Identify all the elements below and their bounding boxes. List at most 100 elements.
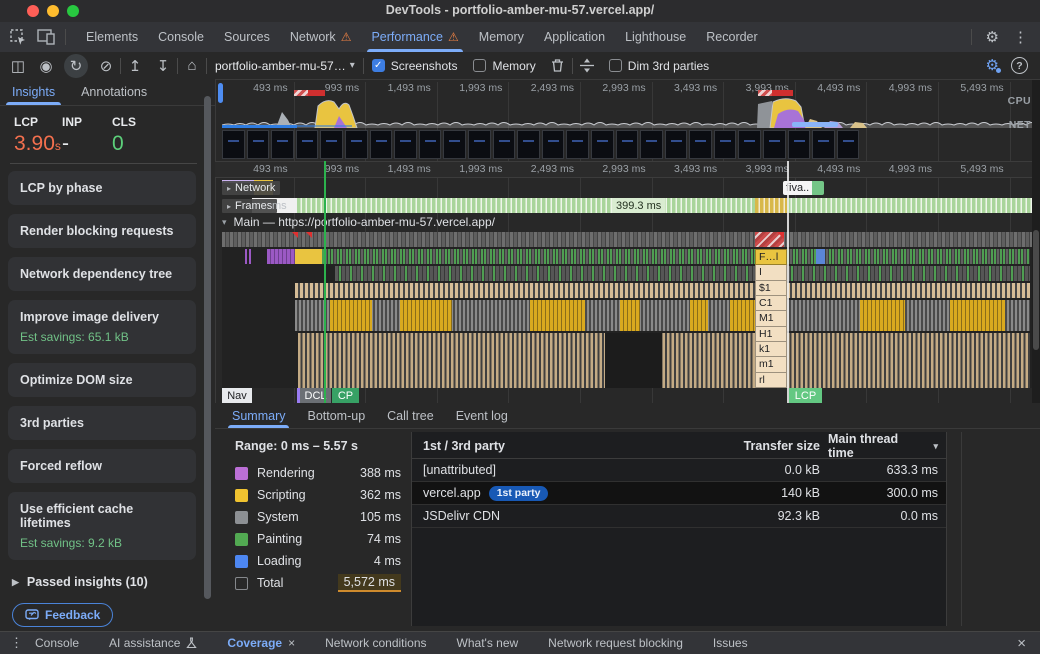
insight-card-3rd-parties[interactable]: 3rd parties (8, 406, 196, 440)
clear-icon[interactable]: ⊘ (92, 54, 120, 78)
tab-network[interactable]: Network⚠ (280, 22, 362, 52)
inspect-icon[interactable] (10, 29, 27, 46)
column-header-party[interactable]: 1st / 3rd party (412, 439, 698, 453)
marker-lcp[interactable]: LCP (789, 388, 822, 403)
screenshot-thumbnail[interactable] (370, 130, 393, 159)
screenshot-thumbnail[interactable] (394, 130, 417, 159)
screenshot-thumbnail[interactable] (788, 130, 811, 159)
main-track-toggle[interactable]: ▾ Main — https://portfolio-amber-mu-57.v… (222, 215, 495, 229)
home-icon[interactable]: ⌂ (178, 54, 206, 78)
toggle-sidebar-icon[interactable]: ◫ (4, 54, 32, 78)
insight-card-optimize-dom-size[interactable]: Optimize DOM size (8, 363, 196, 397)
dim-3rd-parties-checkbox[interactable]: Dim 3rd parties (601, 59, 717, 73)
timeline-scrollbar[interactable] (1032, 80, 1040, 403)
partially-presented-frame[interactable] (755, 198, 787, 213)
long-task-block[interactable] (755, 232, 784, 247)
screenshot-thumbnail[interactable] (443, 130, 466, 159)
memory-checkbox[interactable]: Memory (465, 59, 543, 73)
upload-profile-icon[interactable]: ↥ (121, 54, 149, 78)
stack-frame-c1[interactable]: C1 (755, 296, 787, 311)
marker-nav[interactable]: Nav (222, 388, 252, 403)
network-track-toggle[interactable]: ▸ Network (222, 181, 280, 195)
tab-annotations[interactable]: Annotations (81, 79, 147, 105)
scripting-block[interactable] (950, 300, 1005, 331)
scripting-block[interactable] (860, 300, 905, 331)
screenshot-thumbnail[interactable] (345, 130, 368, 159)
drawer-tab-network-conditions[interactable]: Network conditions (325, 636, 426, 650)
screenshot-thumbnail[interactable] (812, 130, 835, 159)
more-options-icon[interactable]: ⋮ (1013, 30, 1028, 45)
drawer-more-icon[interactable]: ⋮ (0, 635, 35, 651)
insight-card-render-blocking-requests[interactable]: Render blocking requests (8, 214, 196, 248)
settings-gear-icon[interactable]: ⚙ (986, 30, 999, 45)
passed-insights-toggle[interactable]: ▶ Passed insights (10) (12, 575, 148, 589)
stack-frame-h1[interactable]: H1 (755, 327, 787, 342)
tab-performance[interactable]: Performance⚠ (361, 22, 468, 52)
screenshot-thumbnail[interactable] (493, 130, 516, 159)
drawer-close-icon[interactable]: × (1017, 635, 1040, 652)
scripting-block[interactable] (400, 300, 452, 331)
screenshot-thumbnail[interactable] (320, 130, 343, 159)
tab-console[interactable]: Console (148, 22, 214, 52)
stack-frame-f-l[interactable]: F…l (755, 249, 787, 265)
tab-event-log[interactable]: Event log (456, 403, 508, 428)
stack-frame-1[interactable]: $1 (755, 281, 787, 296)
tab-lighthouse[interactable]: Lighthouse (615, 22, 696, 52)
frames-track-toggle[interactable]: ▸ Frames (222, 199, 277, 213)
call-stack[interactable]: F…lI$1C1M1H1k1m1rl (755, 249, 787, 388)
tab-memory[interactable]: Memory (469, 22, 534, 52)
insight-card-use-efficient-cache-lifetimes[interactable]: Use efficient cache lifetimesEst savings… (8, 492, 196, 560)
column-header-transfer-size[interactable]: Transfer size (698, 439, 828, 453)
screenshot-thumbnail[interactable] (271, 130, 294, 159)
screenshot-thumbnail[interactable] (714, 130, 737, 159)
screenshot-thumbnail[interactable] (542, 130, 565, 159)
drawer-tab-console[interactable]: Console (35, 636, 79, 650)
tab-call-tree[interactable]: Call tree (387, 403, 434, 428)
screenshot-thumbnail[interactable] (296, 130, 319, 159)
table-row[interactable]: [unattributed]0.0 kB633.3 ms (412, 459, 946, 482)
stack-frame-k1[interactable]: k1 (755, 342, 787, 357)
lcp-value[interactable]: 3.90s (14, 132, 61, 156)
feedback-button[interactable]: Feedback (12, 603, 113, 627)
screenshot-thumbnail[interactable] (665, 130, 688, 159)
tab-application[interactable]: Application (534, 22, 615, 52)
download-profile-icon[interactable]: ↧ (149, 54, 177, 78)
collapse-flame-icon[interactable] (573, 54, 601, 78)
screenshot-thumbnail[interactable] (468, 130, 491, 159)
scripting-block[interactable] (330, 300, 372, 331)
screenshot-thumbnail[interactable] (419, 130, 442, 159)
insight-card-forced-reflow[interactable]: Forced reflow (8, 449, 196, 483)
marker-fcp[interactable]: CP (332, 388, 359, 403)
stack-frame-i[interactable]: I (755, 265, 787, 280)
column-header-main-thread-time[interactable]: Main thread time▾ (828, 432, 946, 460)
screenshot-thumbnail[interactable] (616, 130, 639, 159)
reload-and-record-icon[interactable]: ↻ (64, 54, 88, 78)
device-toolbar-icon[interactable] (37, 29, 55, 45)
scripting-block[interactable] (730, 300, 755, 331)
screenshot-thumbnail[interactable] (738, 130, 761, 159)
screenshot-thumbnail[interactable] (566, 130, 589, 159)
scripting-block[interactable] (620, 300, 640, 331)
screenshot-thumbnail[interactable] (689, 130, 712, 159)
tab-sources[interactable]: Sources (214, 22, 280, 52)
network-request-chip[interactable]: fiva.. (783, 181, 824, 195)
close-tab-icon[interactable]: × (288, 636, 295, 650)
tab-insights[interactable]: Insights (12, 79, 55, 105)
insight-card-lcp-by-phase[interactable]: LCP by phase (8, 171, 196, 205)
drawer-tab-ai-assistance[interactable]: AI assistance (109, 636, 197, 650)
sidebar-scrollbar[interactable] (204, 96, 211, 599)
help-icon[interactable]: ? (1011, 57, 1028, 74)
screenshot-thumbnail[interactable] (222, 130, 245, 159)
capture-settings-gear-icon[interactable]: ⚙ (986, 58, 999, 73)
tab-summary[interactable]: Summary (232, 403, 285, 428)
stack-frame-m1[interactable]: M1 (755, 311, 787, 326)
table-row[interactable]: JSDelivr CDN92.3 kB0.0 ms (412, 505, 946, 528)
tab-elements[interactable]: Elements (76, 22, 148, 52)
screenshot-thumbnail[interactable] (247, 130, 270, 159)
scripting-block[interactable] (530, 300, 585, 331)
insight-card-improve-image-delivery[interactable]: Improve image deliveryEst savings: 65.1 … (8, 300, 196, 354)
insight-card-network-dependency-tree[interactable]: Network dependency tree (8, 257, 196, 291)
screenshot-thumbnail[interactable] (763, 130, 786, 159)
drawer-tab-coverage[interactable]: Coverage× (227, 636, 295, 650)
scripting-block[interactable] (690, 300, 708, 331)
